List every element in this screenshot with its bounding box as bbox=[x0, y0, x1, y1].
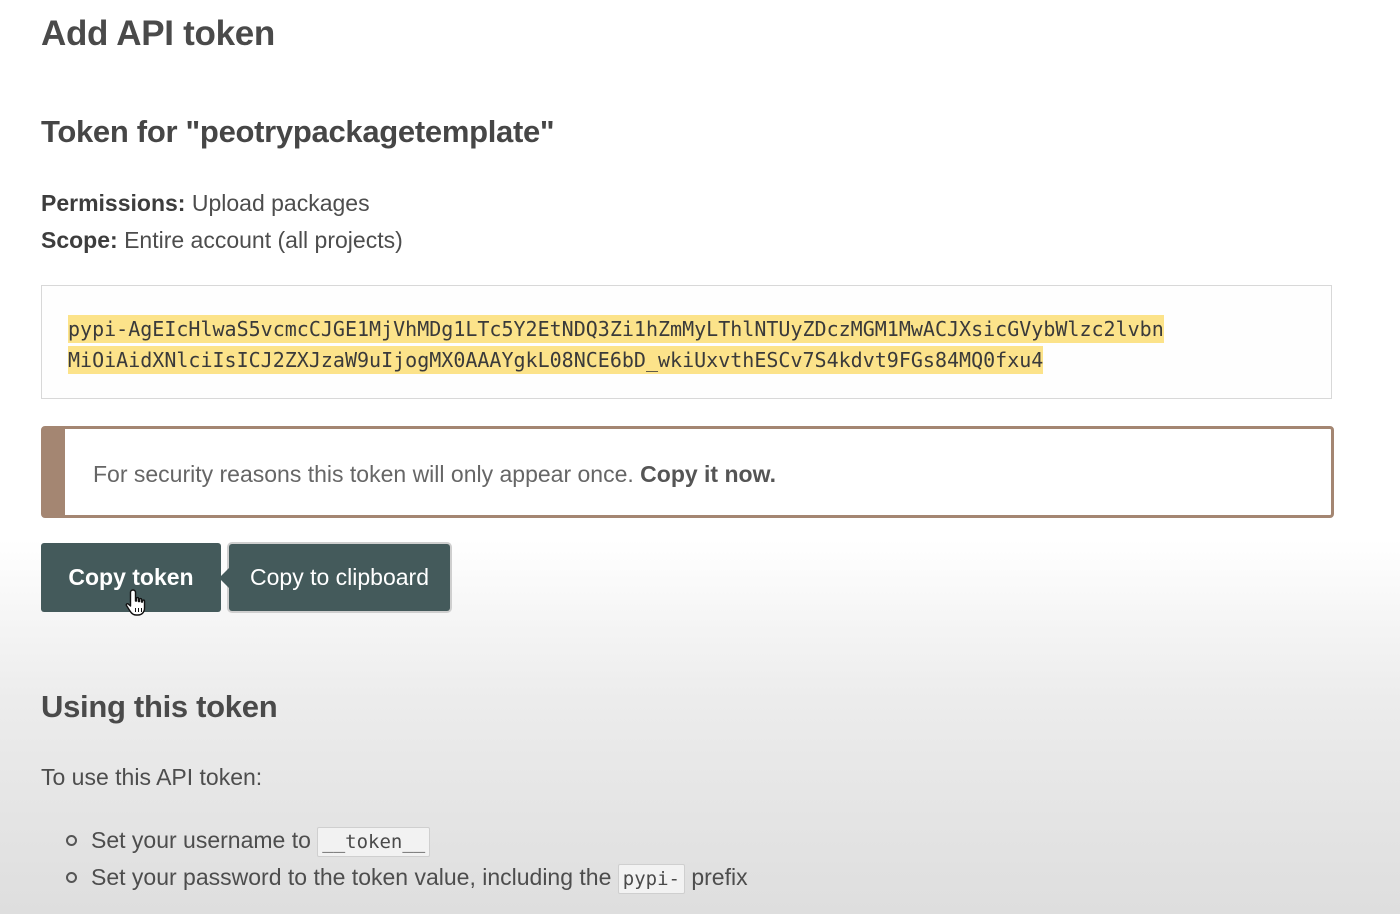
using-token-heading: Using this token bbox=[41, 689, 278, 724]
hollow-circle-bullet-icon bbox=[66, 835, 77, 846]
permissions-label: Permissions: bbox=[41, 190, 186, 216]
prefix-code: pypi- bbox=[617, 863, 685, 894]
token-line-2[interactable]: MiOiAidXNlciIsICJ2ZXJzaW9uIjogMX0AAAYgkL… bbox=[68, 346, 1044, 374]
permissions-value: Upload packages bbox=[185, 190, 370, 216]
token-line-1[interactable]: pypi-AgEIcHlwaS5vcmcCJGE1MjVhMDg1LTc5Y2E… bbox=[68, 315, 1164, 343]
hollow-circle-bullet-icon bbox=[66, 872, 77, 883]
usage-item-text: Set your password to the token value, in… bbox=[91, 864, 618, 890]
warning-text: For security reasons this token will onl… bbox=[93, 461, 776, 488]
token-box: pypi-AgEIcHlwaS5vcmcCJGE1MjVhMDg1LTc5Y2E… bbox=[41, 285, 1332, 399]
hand-pointer-icon bbox=[125, 589, 146, 616]
security-warning: For security reasons this token will onl… bbox=[41, 426, 1334, 518]
scope-value: Entire account (all projects) bbox=[117, 227, 403, 253]
list-item: Set your password to the token value, in… bbox=[66, 859, 748, 896]
token-value[interactable]: pypi-AgEIcHlwaS5vcmcCJGE1MjVhMDg1LTc5Y2E… bbox=[68, 314, 1164, 376]
warning-message: For security reasons this token will onl… bbox=[93, 461, 641, 487]
token-heading: Token for "peotrypackagetemplate" bbox=[41, 114, 555, 149]
usage-item-text: Set your username to bbox=[91, 827, 318, 853]
usage-item-suffix: prefix bbox=[684, 864, 748, 890]
warning-emphasis: Copy it now. bbox=[640, 461, 777, 487]
usage-list: Set your username to __token__ Set your … bbox=[66, 822, 748, 896]
usage-intro: To use this API token: bbox=[41, 764, 263, 790]
scope-line: Scope: Entire account (all projects) bbox=[41, 227, 403, 254]
list-item: Set your username to __token__ bbox=[66, 822, 748, 859]
scope-label: Scope: bbox=[41, 227, 118, 253]
copy-tooltip: Copy to clipboard bbox=[219, 544, 450, 611]
username-code: __token__ bbox=[317, 826, 431, 857]
tooltip-text: Copy to clipboard bbox=[250, 564, 429, 590]
permissions-line: Permissions: Upload packages bbox=[41, 190, 370, 217]
page-title: Add API token bbox=[41, 14, 275, 53]
